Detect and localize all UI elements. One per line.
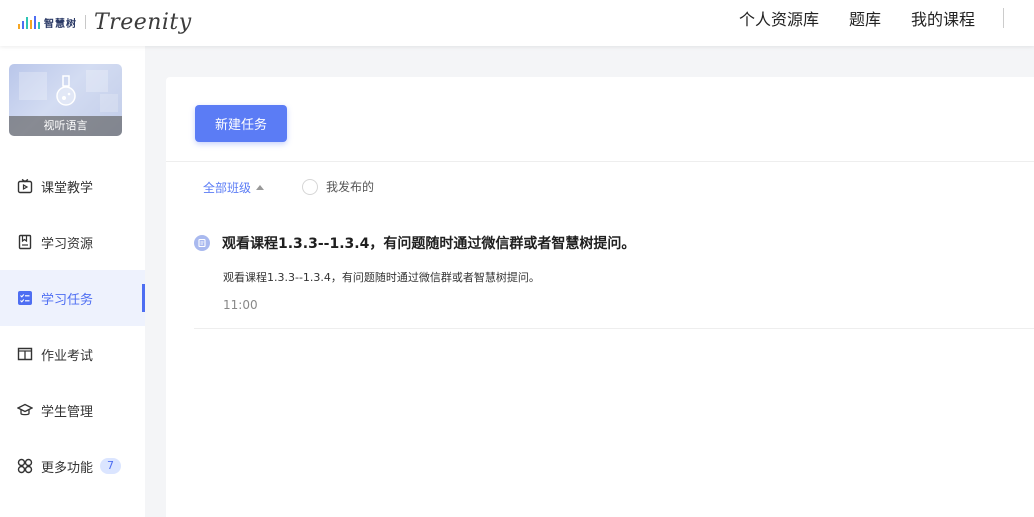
sidebar-item-more[interactable]: 更多功能 7 xyxy=(0,438,145,494)
top-header: 智慧树 Treenity 个人资源库 题库 我的课程 xyxy=(0,0,1034,46)
caret-up-icon xyxy=(256,185,265,190)
sidebar-item-students[interactable]: 学生管理 xyxy=(0,382,145,438)
task-list-icon xyxy=(18,291,32,305)
task-item[interactable]: 观看课程1.3.3--1.3.4，有问题随时通过微信群或者智慧树提问。 观看课程… xyxy=(194,227,1034,329)
sidebar-item-resources[interactable]: 学习资源 xyxy=(0,214,145,270)
book-icon xyxy=(17,347,33,361)
task-description: 观看课程1.3.3--1.3.4，有问题随时通过微信群或者智慧树提问。 xyxy=(223,271,540,284)
class-filter-dropdown[interactable]: 全部班级 xyxy=(203,179,265,196)
sidebar-item-label: 学习资源 xyxy=(41,236,94,252)
nav-question-bank[interactable]: 题库 xyxy=(849,6,881,30)
sidebar-item-classroom[interactable]: 课堂教学 xyxy=(0,158,145,214)
task-time: 11:00 xyxy=(223,298,258,312)
task-title[interactable]: 观看课程1.3.3--1.3.4，有问题随时通过微信群或者智慧树提问。 xyxy=(222,233,635,253)
tv-icon xyxy=(17,178,33,194)
logo[interactable]: 智慧树 Treenity xyxy=(18,8,192,36)
radio-button[interactable] xyxy=(302,178,318,195)
task-document-icon xyxy=(194,235,210,251)
card-decoration xyxy=(100,94,118,112)
main-panel: 新建任务 全部班级 我发布的 观看课程1.3.3--1.3.4，有问题随时通过微… xyxy=(166,77,1034,517)
published-by-me-filter[interactable]: 我发布的 xyxy=(302,178,374,195)
graduation-cap-icon xyxy=(17,403,33,416)
bookmark-icon xyxy=(18,234,32,250)
sidebar-item-tasks[interactable]: 学习任务 xyxy=(0,270,145,326)
course-card[interactable]: 视听语言 xyxy=(9,64,122,136)
sidebar-item-label: 课堂教学 xyxy=(41,180,94,196)
sidebar-item-label: 更多功能 xyxy=(41,460,94,476)
logo-text-cn: 智慧树 xyxy=(44,18,77,30)
logo-bars-icon xyxy=(18,15,40,29)
logo-divider xyxy=(85,15,86,29)
sidebar-item-homework[interactable]: 作业考试 xyxy=(0,326,145,382)
top-nav: 个人资源库 题库 我的课程 xyxy=(739,0,1034,36)
more-count-badge: 7 xyxy=(100,458,122,474)
grid-icon xyxy=(17,458,33,474)
filter-bar: 全部班级 我发布的 xyxy=(166,161,1034,213)
sidebar-item-label: 学习任务 xyxy=(41,292,94,308)
nav-my-courses[interactable]: 我的课程 xyxy=(911,6,975,30)
course-name: 视听语言 xyxy=(9,116,122,136)
sidebar: 视听语言 课堂教学 学习资源 学习任务 作业考试 学生管理 更多功能 7 xyxy=(0,46,145,517)
class-filter-label: 全部班级 xyxy=(203,181,252,195)
sidebar-item-label: 学生管理 xyxy=(41,404,94,420)
task-title-row: 观看课程1.3.3--1.3.4，有问题随时通过微信群或者智慧树提问。 xyxy=(194,233,635,253)
new-task-button[interactable]: 新建任务 xyxy=(195,105,287,142)
sidebar-item-label: 作业考试 xyxy=(41,348,94,364)
card-decoration xyxy=(86,70,108,92)
sidebar-menu: 课堂教学 学习资源 学习任务 作业考试 学生管理 更多功能 7 xyxy=(0,158,145,494)
flask-icon xyxy=(56,75,76,106)
nav-personal-resources[interactable]: 个人资源库 xyxy=(739,6,819,30)
card-decoration xyxy=(19,72,47,100)
nav-divider xyxy=(1003,8,1004,28)
logo-text-en: Treenity xyxy=(94,9,192,35)
published-by-me-label: 我发布的 xyxy=(326,180,375,194)
